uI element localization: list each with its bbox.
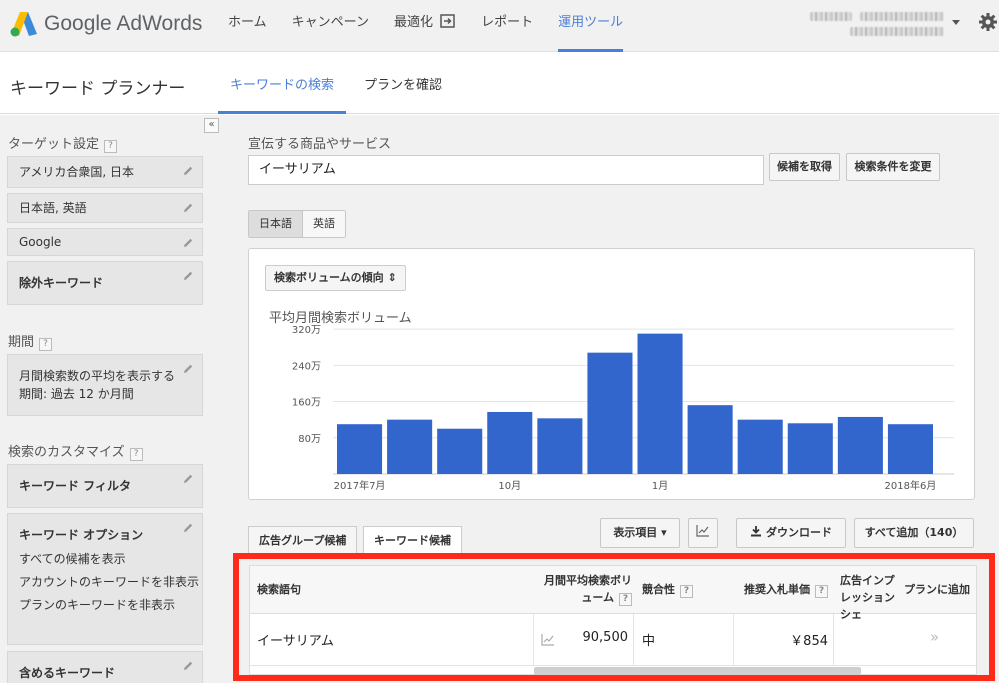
account-info[interactable] — [810, 9, 950, 39]
tab-keyword-search[interactable]: キーワードの検索 — [217, 74, 347, 114]
pencil-icon[interactable] — [182, 473, 194, 485]
nav-tools[interactable]: 運用ツール — [558, 0, 624, 52]
pencil-icon[interactable] — [182, 165, 194, 177]
x-tick-label: 10月 — [498, 480, 521, 492]
bar — [437, 428, 483, 474]
nav-campaigns[interactable]: キャンペーン — [292, 0, 369, 52]
pencil-icon[interactable] — [182, 363, 194, 375]
help-icon[interactable]: ? — [129, 448, 143, 461]
sub-header: キーワード プランナー キーワードの検索 プランを確認 — [0, 52, 999, 114]
download-button[interactable]: ダウンロード — [736, 518, 846, 548]
sidebar: « ターゲット設定? アメリカ合衆国, 日本 日本語, 英語 Google 除外… — [0, 115, 220, 683]
download-icon — [751, 526, 761, 537]
page-title: キーワード プランナー — [10, 79, 186, 99]
y-tick-label: 80万 — [298, 434, 321, 445]
nav-reports[interactable]: レポート — [481, 0, 533, 52]
chart-toggle-button[interactable] — [688, 518, 718, 548]
bar — [687, 405, 733, 474]
period-title: 期間? — [8, 331, 53, 351]
language-toggle: 日本語 英語 — [248, 210, 346, 238]
bar — [737, 419, 783, 474]
bar — [487, 411, 533, 474]
bar — [537, 418, 583, 474]
collapse-sidebar-button[interactable]: « — [204, 118, 219, 133]
open-external-icon — [440, 14, 455, 28]
product-input[interactable]: イーサリアム — [248, 155, 764, 185]
negative-keywords[interactable]: 除外キーワード — [7, 261, 203, 305]
tab-review-plan[interactable]: プランを確認 — [364, 74, 442, 114]
logo-text: Google AdWords — [44, 12, 203, 35]
period-box[interactable]: 月間検索数の平均を表示する 期間: 過去 12 か月間 — [7, 354, 203, 416]
customize-title: 検索のカスタマイズ? — [8, 441, 143, 461]
highlight-box — [233, 553, 995, 681]
period-line: 月間検索数の平均を表示する — [19, 369, 176, 383]
account-dropdown-icon[interactable] — [952, 20, 960, 25]
adwords-logo[interactable]: Google AdWords — [10, 10, 202, 38]
chart-icon — [696, 525, 709, 537]
modify-search-button[interactable]: 検索条件を変更 — [846, 153, 940, 181]
x-tick-label: 2018年6月 — [885, 479, 937, 492]
top-nav: ホーム キャンペーン 最適化 レポート 運用ツール — [228, 0, 648, 52]
option-hide-plan: プランのキーワードを非表示 — [19, 598, 176, 612]
y-tick-label: 320万 — [292, 325, 321, 336]
pencil-icon[interactable] — [182, 202, 194, 214]
lang-english[interactable]: 英語 — [302, 211, 345, 237]
nav-opportunities[interactable]: 最適化 — [394, 0, 456, 52]
bar — [637, 333, 683, 474]
gear-icon[interactable] — [978, 12, 998, 32]
y-tick-label: 160万 — [292, 398, 321, 409]
adwords-logo-icon — [10, 12, 37, 37]
bar — [587, 352, 633, 474]
bar — [787, 423, 833, 474]
add-all-button[interactable]: すべて追加（140） — [854, 518, 974, 548]
tab-ad-group-ideas[interactable]: 広告グループ候補 — [248, 526, 358, 556]
option-hide-account: アカウントのキーワードを非表示 — [19, 575, 200, 589]
pencil-icon[interactable] — [182, 237, 194, 249]
pencil-icon[interactable] — [182, 660, 194, 672]
include-keywords[interactable]: 含めるキーワード — [7, 651, 203, 683]
bar — [837, 416, 883, 474]
target-network[interactable]: Google — [7, 228, 203, 256]
bar — [337, 424, 383, 474]
targeting-title: ターゲット設定? — [8, 133, 118, 153]
y-tick-label: 240万 — [292, 361, 321, 372]
option-show-all: すべての候補を表示 — [19, 552, 126, 566]
volume-chart: 80万 160万 240万 320万 2017年7月 10月 1月 2018年6月 — [292, 325, 954, 492]
help-icon[interactable]: ? — [39, 338, 53, 351]
keyword-filter[interactable]: キーワード フィルタ — [7, 464, 203, 508]
period-line: 期間: 過去 12 か月間 — [19, 387, 134, 401]
target-location[interactable]: アメリカ合衆国, 日本 — [7, 156, 203, 188]
bar — [887, 424, 933, 474]
x-tick-label: 1月 — [652, 480, 668, 492]
product-label: 宣伝する商品やサービス — [248, 137, 392, 152]
chart-card: 検索ボリュームの傾向 ⇕ 平均月間検索ボリューム 80万 160万 240万 320万… — [248, 248, 975, 500]
top-bar: Google AdWords ホーム キャンペーン 最適化 レポート 運用ツール — [0, 0, 999, 52]
keyword-options[interactable]: キーワード オプション すべての候補を表示 アカウントのキーワードを非表示 プラ… — [7, 513, 203, 645]
bar — [387, 419, 433, 474]
lang-japanese[interactable]: 日本語 — [249, 211, 302, 237]
nav-home[interactable]: ホーム — [228, 0, 267, 52]
help-icon[interactable]: ? — [104, 140, 118, 153]
pencil-icon[interactable] — [182, 270, 194, 282]
target-language[interactable]: 日本語, 英語 — [7, 193, 203, 223]
columns-button[interactable]: 表示項目 ▾ — [600, 518, 680, 548]
get-ideas-button[interactable]: 候補を取得 — [769, 153, 840, 181]
pencil-icon[interactable] — [182, 522, 194, 534]
x-tick-label: 2017年7月 — [334, 479, 386, 492]
